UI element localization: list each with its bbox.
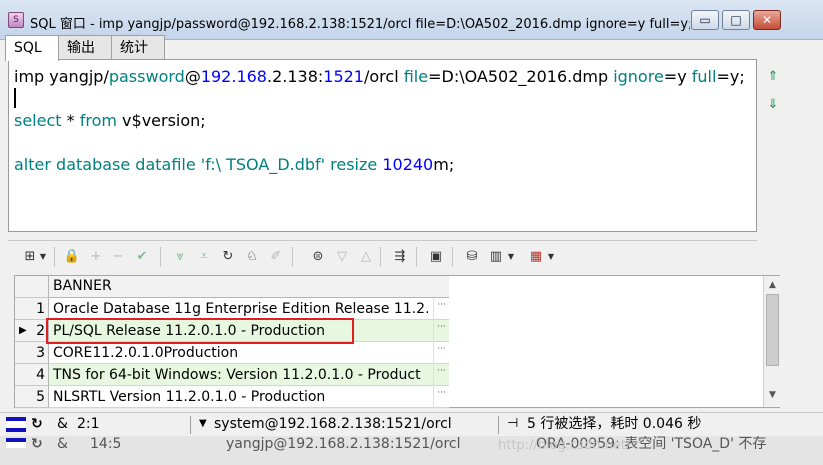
scroll-up-icon[interactable]: ▲ xyxy=(766,278,779,292)
chevron-down-icon[interactable]: ▼ xyxy=(38,247,48,267)
watermark: http://blog.csdn.net/ xyxy=(498,438,631,453)
sql-editor[interactable]: imp yangjp/password@192.168.2.138:1521/o… xyxy=(8,59,757,232)
toolbar-divider xyxy=(380,247,381,267)
table-export-icon[interactable]: ▦ xyxy=(526,247,546,267)
maximize-button[interactable]: □ xyxy=(722,10,750,30)
export-icon[interactable]: ⛁ xyxy=(462,247,482,267)
delete-row-icon[interactable]: − xyxy=(108,247,128,267)
chevron-down-icon[interactable]: ▼ xyxy=(506,247,516,267)
refresh-icon[interactable]: ↻ xyxy=(218,247,238,267)
row-number[interactable]: 4 xyxy=(15,364,49,386)
sql-window-icon: S xyxy=(8,12,24,28)
column-header-banner[interactable]: BANNER xyxy=(49,276,449,298)
row-number[interactable]: 5 xyxy=(15,386,49,408)
title-bar: S SQL 窗口 - imp yangjp/password@192.168.2… xyxy=(0,0,823,40)
add-row-icon[interactable]: + xyxy=(86,247,106,267)
cell-more-button[interactable]: ··· xyxy=(433,364,449,386)
scroll-thumb[interactable] xyxy=(766,294,779,366)
chevron-down-icon[interactable]: ▼ xyxy=(546,247,556,267)
save-icon[interactable]: ▣ xyxy=(426,247,446,267)
status-divider xyxy=(190,416,191,434)
background-status-bar: ↻ & 14:5 yangjp@192.168.2.138:1521/orcl … xyxy=(0,436,823,465)
window-title: SQL 窗口 - imp yangjp/password@192.168.2.1… xyxy=(30,17,690,32)
tab-sql[interactable]: SQL xyxy=(5,35,59,61)
cursor-position: 2:1 xyxy=(77,416,100,432)
connection-label: yangjp@192.168.2.138:1521/orcl xyxy=(226,436,461,452)
grid-header-row: BANNER xyxy=(15,276,449,298)
toolbar-divider xyxy=(292,247,293,267)
current-row-pointer-icon: ▶ xyxy=(19,325,27,336)
ampersand-indicator: & xyxy=(57,436,68,452)
editor-mode-icon xyxy=(6,417,26,432)
next-icon[interactable]: △ xyxy=(356,247,376,267)
table-cell[interactable]: TNS for 64-bit Windows: Version 11.2.0.1… xyxy=(49,364,449,386)
lock-icon[interactable]: 🔒 xyxy=(62,247,82,267)
ampersand-indicator: & xyxy=(57,416,68,432)
table-cell[interactable]: CORE11.2.0.1.0Production xyxy=(49,342,449,364)
arrow-up-icon[interactable]: ⇑ xyxy=(766,70,780,84)
arrow-down-icon[interactable]: ⇓ xyxy=(766,98,780,112)
grid-view-icon[interactable]: ⊞ xyxy=(20,247,40,267)
table-cell[interactable]: NLSRTL Version 11.2.0.1.0 - Production xyxy=(49,386,449,408)
tab-output[interactable]: 输出 xyxy=(58,35,112,60)
row-number[interactable]: 3 xyxy=(15,342,49,364)
refresh-status-icon: ↻ xyxy=(31,416,43,432)
table-cell[interactable]: Oracle Database 11g Enterprise Edition R… xyxy=(49,298,449,320)
code-line-alter: alter database datafile 'f:\ TSOA_D.dbf'… xyxy=(14,155,455,174)
code-line-imp: imp yangjp/password@192.168.2.138:1521/o… xyxy=(14,67,745,86)
fetch-last-icon[interactable]: ⩡ xyxy=(194,247,214,267)
status-divider xyxy=(498,416,499,434)
toolbar-divider xyxy=(54,247,55,267)
previous-icon[interactable]: ▽ xyxy=(332,247,352,267)
highlight-box xyxy=(46,318,354,344)
grid-corner xyxy=(15,276,49,298)
code-line-select: select * from v$version; xyxy=(14,111,206,130)
result-toolbar: ⊞ ▼ 🔒 + − ✔ ⩔ ⩡ ↻ ♘ ✐ ⊜ ▽ △ ⇶ ▣ ⛁ ▥ ▼ ▦ … xyxy=(8,240,757,272)
editor-mode-icon xyxy=(6,438,26,448)
close-button[interactable]: ✕ xyxy=(753,10,781,30)
chart-icon[interactable]: ▥ xyxy=(486,247,506,267)
connection-dropdown-icon[interactable]: ▼ xyxy=(199,413,207,435)
status-bar: ↻ & 2:1 ▼ system@192.168.2.138:1521/orcl… xyxy=(0,412,823,436)
cell-more-button[interactable]: ··· xyxy=(433,298,449,320)
text-cursor xyxy=(14,88,16,108)
clear-icon[interactable]: ✐ xyxy=(266,247,286,267)
pin-icon: ⊣ xyxy=(507,416,519,431)
minimize-button[interactable]: ▭ xyxy=(691,10,719,30)
cell-more-button[interactable]: ··· xyxy=(433,386,449,408)
status-message: 5 行被选择，耗时 0.046 秒 xyxy=(527,416,702,432)
find-icon[interactable]: ♘ xyxy=(242,247,262,267)
toolbar-divider xyxy=(416,247,417,267)
cell-more-button[interactable]: ··· xyxy=(433,320,449,342)
cursor-position: 14:5 xyxy=(90,436,122,452)
connection-label[interactable]: system@192.168.2.138:1521/orcl xyxy=(214,413,452,435)
fetch-next-icon[interactable]: ⩔ xyxy=(170,247,190,267)
grid-scrollbar[interactable]: ▲ ▼ xyxy=(763,276,780,407)
toolbar-divider xyxy=(160,247,161,267)
query-by-example-icon[interactable]: ⊜ xyxy=(308,247,328,267)
single-record-view-icon[interactable]: ⇶ xyxy=(390,247,410,267)
scroll-down-icon[interactable]: ▼ xyxy=(766,388,779,402)
toolbar-divider xyxy=(452,247,453,267)
tab-statistics[interactable]: 统计 xyxy=(111,35,165,60)
row-number[interactable]: 1 xyxy=(15,298,49,320)
post-changes-icon[interactable]: ✔ xyxy=(132,247,152,267)
refresh-status-icon: ↻ xyxy=(31,436,43,452)
cell-more-button[interactable]: ··· xyxy=(433,342,449,364)
